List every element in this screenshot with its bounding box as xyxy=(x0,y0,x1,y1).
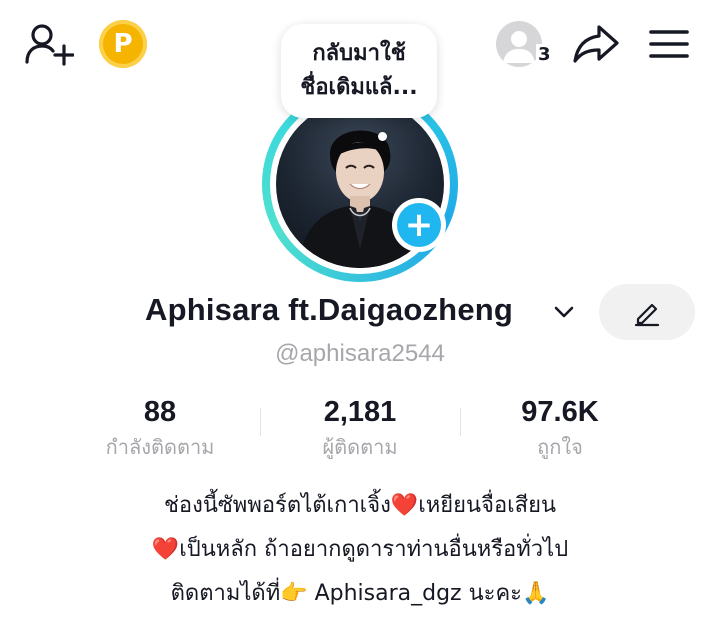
add-story-button[interactable]: + xyxy=(392,198,446,252)
stat-label: กำลังติดตาม xyxy=(105,435,215,459)
stat-following[interactable]: 88 กำลังติดตาม xyxy=(60,392,260,462)
bio-line: ช่องนี้ซัพพอร์ตไต้เกาเจิ้ง❤️เหยียนจื่อเส… xyxy=(163,493,557,518)
note-bubble-tail xyxy=(378,132,387,141)
stat-value: 97.6K xyxy=(521,396,599,428)
display-name[interactable]: Aphisara ft.Daigaozheng xyxy=(145,292,513,328)
profile-stats: 88 กำลังติดตาม 2,181 ผู้ติดตาม 97.6K ถูก… xyxy=(60,392,660,468)
note-text-line2: ชื่อเดิมแล้... xyxy=(300,75,418,100)
plus-icon: + xyxy=(397,203,441,247)
edit-profile-button[interactable] xyxy=(599,284,695,340)
share-profile-button[interactable] xyxy=(569,20,623,68)
stat-value: 2,181 xyxy=(323,396,397,428)
menu-button[interactable] xyxy=(644,22,694,66)
pencil-icon xyxy=(634,303,660,327)
visitor-count: 3 xyxy=(536,44,553,66)
stat-followers[interactable]: 2,181 ผู้ติดตาม xyxy=(260,392,460,462)
stat-value: 88 xyxy=(143,396,177,428)
hamburger-menu-icon xyxy=(649,30,689,58)
bio-line: ติดตามได้ที่👉 Aphisara_dgz นะคะ🙏 xyxy=(170,581,550,606)
note-bubble[interactable]: กลับมาใช้ ชื่อเดิมแล้... xyxy=(281,24,437,118)
username: @aphisara2544 xyxy=(275,340,445,367)
profile-bio: ช่องนี้ซัพพอร์ตไต้เกาเจิ้ง❤️เหยียนจื่อเส… xyxy=(40,484,680,616)
friends-visitors-button[interactable]: 3 xyxy=(494,18,558,70)
share-arrow-icon xyxy=(573,25,619,63)
coin-button[interactable]: P xyxy=(99,20,147,68)
person-plus-icon xyxy=(25,24,74,66)
chevron-down-icon[interactable] xyxy=(552,300,576,324)
note-text-line1: กลับมาใช้ xyxy=(312,41,406,66)
bio-line: ❤️เป็นหลัก ถ้าอยากดูดาราท่านอื่นหรือทั่ว… xyxy=(151,537,569,562)
stat-label: ผู้ติดตาม xyxy=(322,435,398,459)
stat-likes[interactable]: 97.6K ถูกใจ xyxy=(460,392,660,462)
stat-label: ถูกใจ xyxy=(537,435,583,459)
add-friend-button[interactable] xyxy=(24,22,74,68)
coin-icon-label: P xyxy=(113,29,133,59)
